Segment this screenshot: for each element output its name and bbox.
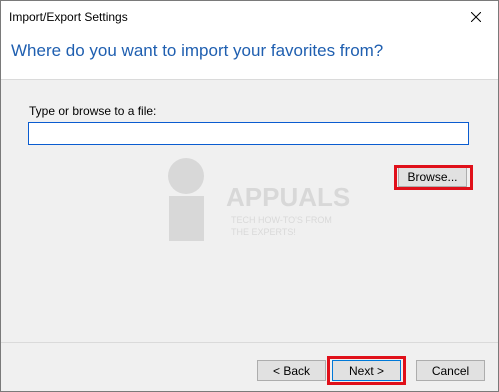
dialog-header: Where do you want to import your favorit… (1, 32, 498, 79)
cancel-button[interactable]: Cancel (416, 360, 485, 381)
title-bar: Import/Export Settings (1, 1, 498, 32)
window-title: Import/Export Settings (9, 10, 128, 24)
header-divider (1, 79, 498, 80)
svg-text:TECH HOW-TO'S FROM: TECH HOW-TO'S FROM (231, 215, 332, 225)
close-button[interactable] (453, 1, 498, 32)
file-field-label: Type or browse to a file: (29, 104, 157, 118)
appuals-watermark: APPUALS TECH HOW-TO'S FROM THE EXPERTS! (151, 151, 351, 251)
svg-text:THE EXPERTS!: THE EXPERTS! (231, 227, 296, 237)
next-button[interactable]: Next > (332, 360, 401, 381)
svg-text:APPUALS: APPUALS (226, 182, 350, 212)
close-icon (470, 11, 481, 22)
back-button[interactable]: < Back (257, 360, 326, 381)
import-export-dialog: Import/Export Settings Where do you want… (0, 0, 499, 392)
page-heading: Where do you want to import your favorit… (11, 41, 384, 60)
footer-divider (1, 342, 498, 343)
browse-button[interactable]: Browse... (398, 166, 467, 187)
appuals-logo-icon: APPUALS TECH HOW-TO'S FROM THE EXPERTS! (168, 158, 350, 241)
file-path-input[interactable] (28, 122, 469, 145)
